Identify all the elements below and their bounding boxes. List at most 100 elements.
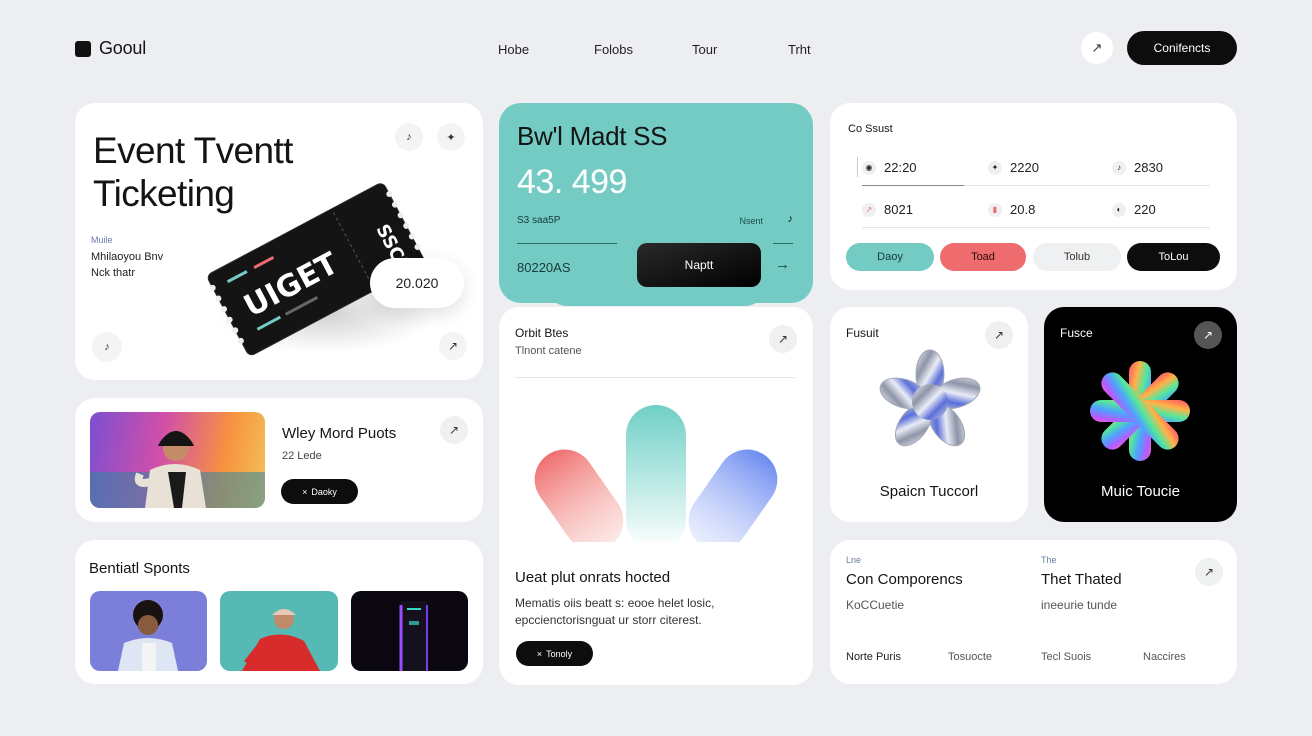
ticket-icon: ✦	[446, 131, 456, 144]
schedule-time: 2220	[1010, 160, 1039, 175]
bar-icon: ▮	[988, 202, 1002, 217]
conference-col1-title: Con Comporencs	[846, 571, 963, 588]
music-icon: ♪	[104, 341, 110, 353]
featured-action-label: Tonoly	[546, 648, 573, 659]
conference-col2-title: Thet Thated	[1041, 571, 1122, 588]
artist-subtitle: 22 Lede	[282, 450, 322, 462]
schedule-tab-today[interactable]: Toad	[940, 243, 1026, 271]
promo-code: 80220ΑS	[517, 260, 571, 275]
music-icon: ♪	[1112, 160, 1126, 175]
artist-arrow-button[interactable]: ↗	[440, 416, 468, 444]
arrow-up-right-icon: ↗	[1203, 565, 1215, 579]
hero-card: Event Tventt Ticketing ♪ ✦ Muile Mhilaoy…	[75, 103, 483, 380]
nav-link-home[interactable]: Hobe	[498, 42, 529, 57]
schedule-title: Co Ssust	[848, 123, 893, 135]
close-small-icon: ×	[302, 486, 308, 497]
schedule-card: Co Ssust ◉ 22:20 ✦ 2220 ♪ 2830 ↗ 8021 ▮ 20.8 …	[830, 103, 1237, 290]
arrow-up-right-icon: ↗	[993, 328, 1005, 342]
artist-card: Wley Mord Puots 22 Lede × Daoky ↗	[75, 398, 483, 522]
chrome-star-illustration	[879, 349, 981, 447]
hero-bottom-left-button[interactable]: ♪	[92, 332, 122, 362]
schedule-divider-1	[964, 185, 1210, 186]
schedule-slot-4[interactable]: ↗ 8021	[862, 202, 913, 217]
artist-photo[interactable]	[90, 412, 265, 508]
schedule-time: 8021	[884, 202, 913, 217]
sports-photo-1[interactable]	[90, 591, 207, 671]
conference-link-2[interactable]: Tosuocte	[948, 651, 992, 663]
schedule-slot-6[interactable]: ◐ 220	[1112, 202, 1156, 217]
featured-action-button[interactable]: × Tonoly	[516, 641, 593, 666]
rainbow-asterisk-illustration	[1090, 361, 1190, 461]
hero-price-badge: 20.020	[370, 258, 464, 308]
hero-meta-label: Muile	[91, 235, 113, 245]
promo-next-button[interactable]: Naptt	[637, 243, 761, 287]
schedule-time: 22:20	[884, 160, 917, 175]
schedule-slot-3[interactable]: ♪ 2830	[1112, 160, 1163, 175]
person-illustration-2	[242, 609, 320, 671]
hero-meta-line-1: Mhilaoyou Bnv	[91, 251, 164, 263]
featured-body: Mematis oiis beatt s: eooe helet losic, …	[515, 596, 715, 627]
logo-square-icon	[75, 40, 91, 57]
conferences-button[interactable]: Conifencts	[1127, 31, 1237, 65]
nav-arrow-button[interactable]: ↗	[1081, 32, 1113, 64]
featured-headline: Ueat plut onrats hocted	[515, 569, 671, 586]
schedule-active-underline	[862, 185, 964, 186]
conference-card: Lne Con Comporencs KoCCuetie The Thet Th…	[830, 540, 1237, 684]
arrow-up-right-icon: ↗	[1091, 40, 1103, 55]
featured-arrow-button[interactable]: ↗	[769, 325, 797, 353]
conference-link-3[interactable]: Tecl Suois	[1041, 651, 1091, 663]
sports-card: Bentiatl Sponts	[75, 540, 483, 684]
schedule-slot-2[interactable]: ✦ 2220	[988, 160, 1039, 175]
rainbow-tile-name: Muic Toucie	[1101, 483, 1180, 500]
conference-link-4[interactable]: Naccires	[1143, 651, 1186, 663]
conference-col1-subtitle: KoCCuetie	[846, 598, 905, 612]
headphones-icon: ◐	[1112, 202, 1126, 217]
conference-col2-subtitle: ineeurie tunde	[1041, 598, 1118, 612]
sports-photo-2[interactable]	[220, 591, 338, 671]
schedule-slot-5[interactable]: ▮ 20.8	[988, 202, 1035, 217]
rainbow-tile[interactable]: Fusce ↗ Muic Toucie	[1044, 307, 1237, 522]
hero-icon-button-2[interactable]: ✦	[437, 123, 465, 151]
promo-card: Bw'l Madt SS 43. 499 S3 saa5P Nsent ♪ 80…	[499, 103, 813, 303]
nav-link-tour[interactable]: Tour	[692, 42, 717, 57]
hero-icon-button-1[interactable]: ♪	[395, 123, 423, 151]
chrome-tile-name: Spaicn Tuccorl	[879, 483, 979, 500]
promo-label-right: Nsent	[739, 216, 763, 226]
schedule-time: 2830	[1134, 160, 1163, 175]
conference-col2-tag: The	[1041, 555, 1057, 565]
chrome-tile[interactable]: Fusuit ↗ Spaicn Tuccorl	[830, 307, 1028, 522]
brand-name: Gooul	[99, 38, 147, 58]
artist-action-button[interactable]: × Daoky	[281, 479, 358, 504]
nav-link-trht[interactable]: Trht	[788, 42, 811, 57]
schedule-tab-tolou[interactable]: ToLou	[1127, 243, 1220, 271]
schedule-tab-day[interactable]: Daoy	[846, 243, 934, 271]
schedule-marker	[857, 157, 858, 177]
featured-divider	[515, 377, 795, 378]
arrow-up-right-icon: ↗	[447, 339, 459, 353]
arrow-up-right-icon: ↗	[777, 332, 789, 346]
nav-link-follows[interactable]: Folobs	[594, 42, 633, 57]
promo-amount: 43. 499	[517, 163, 627, 201]
close-small-icon: ×	[536, 648, 543, 659]
conference-arrow-button[interactable]: ↗	[1195, 558, 1223, 586]
arrow-right-icon[interactable]: →	[775, 256, 790, 273]
schedule-divider-2	[862, 227, 1210, 228]
conference-col1-tag: Lne	[846, 555, 862, 565]
arrow-up-right-icon: ↗	[448, 423, 460, 437]
rainbow-tile-tag: Fusce	[1060, 326, 1093, 340]
conference-link-1[interactable]: Norte Puris	[846, 651, 901, 663]
rainbow-tile-arrow-button[interactable]: ↗	[1194, 321, 1222, 349]
brand-logo[interactable]: Gooul	[75, 38, 146, 59]
schedule-time: 20.8	[1010, 202, 1036, 217]
music-note-icon: ♪	[787, 213, 794, 225]
schedule-time: 220	[1134, 202, 1156, 217]
hero-arrow-button[interactable]: ↗	[439, 332, 467, 360]
schedule-tab-club[interactable]: Tolub	[1033, 243, 1121, 271]
promo-title: Bw'l Madt SS	[517, 121, 668, 151]
chrome-tile-arrow-button[interactable]: ↗	[985, 321, 1013, 349]
artist-action-label: Daoky	[311, 486, 337, 497]
featured-subtitle: Tlnont catene	[515, 345, 582, 357]
schedule-slot-1[interactable]: ◉ 22:20	[862, 160, 917, 175]
artist-figure-illustration	[90, 431, 265, 508]
sports-photo-3[interactable]	[351, 591, 468, 671]
